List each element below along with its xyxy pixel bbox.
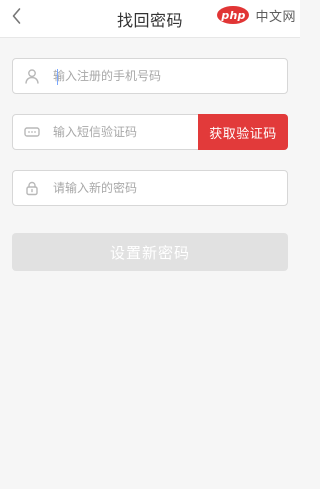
text-caret: [57, 69, 58, 85]
phone-input[interactable]: [53, 69, 233, 83]
header-bar: 找回密码 php 中文网: [0, 0, 300, 38]
phone-field[interactable]: [12, 58, 288, 94]
sms-code-field[interactable]: 获取验证码: [12, 114, 288, 150]
watermark-text: 中文网: [255, 9, 296, 25]
submit-button[interactable]: 设置新密码: [12, 233, 288, 271]
lock-icon: [23, 179, 41, 197]
reset-password-form: 获取验证码: [12, 58, 288, 206]
new-password-field[interactable]: [12, 170, 288, 206]
user-icon: [23, 67, 41, 85]
watermark-logo: php 中文网: [217, 2, 296, 28]
watermark-oval: php: [217, 6, 250, 24]
sms-code-icon: [23, 123, 41, 141]
new-password-input[interactable]: [53, 181, 233, 195]
get-code-button[interactable]: 获取验证码: [198, 114, 288, 150]
